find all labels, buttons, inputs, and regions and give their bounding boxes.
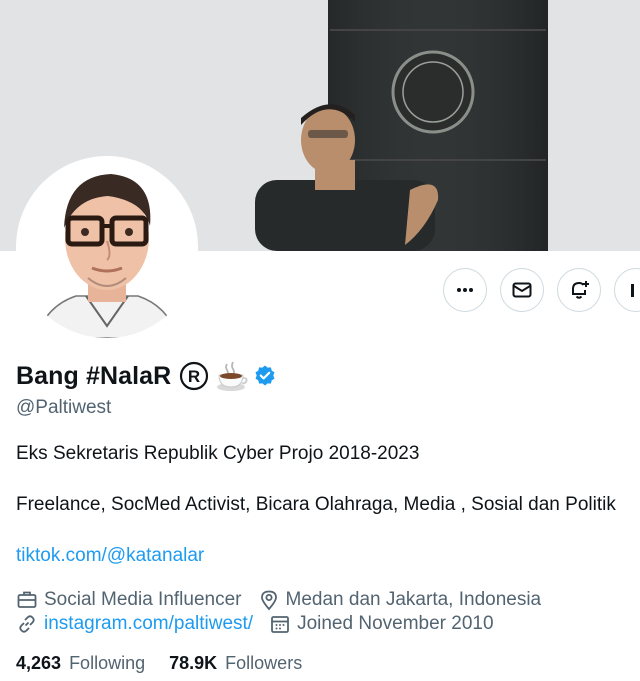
notify-button[interactable] xyxy=(557,268,601,312)
calendar-icon xyxy=(271,616,289,633)
following-count: 4,263 xyxy=(16,653,62,673)
profile-location: Medan dan Jakarta, Indonesia xyxy=(258,589,542,611)
svg-text:R: R xyxy=(188,367,200,386)
name-badges: R xyxy=(179,360,277,392)
follow-stats: 4,263 Following 78.9K Followers xyxy=(16,653,326,674)
display-name-row: Bang #NalaR R xyxy=(16,358,277,394)
message-button[interactable] xyxy=(500,268,544,312)
location-label: Medan dan Jakarta, Indonesia xyxy=(285,589,542,610)
display-name: Bang #NalaR xyxy=(16,361,172,390)
profile-avatar[interactable] xyxy=(16,156,198,338)
more-button[interactable] xyxy=(443,268,487,312)
bio-tiktok-link[interactable]: tiktok.com/@katanalar xyxy=(16,545,204,567)
user-handle: @Paltiwest xyxy=(16,397,112,418)
category-label: Social Media Influencer xyxy=(44,589,242,610)
registered-mark-icon: R xyxy=(180,361,209,391)
bio-line-2: Freelance, SocMed Activist, Bicara Olahr… xyxy=(16,494,616,515)
profile-joined: Joined November 2010 xyxy=(269,613,494,635)
follow-button[interactable] xyxy=(614,268,640,312)
envelope-icon xyxy=(512,282,532,298)
follow-partial-icon xyxy=(631,284,634,297)
profile-meta-row-1: Social Media Influencer Medan dan Jakart… xyxy=(16,588,557,612)
bio-line-1: Eks Sekretaris Republik Cyber Projo 2018… xyxy=(16,443,420,464)
bell-plus-icon xyxy=(572,281,589,299)
avatar-illustration xyxy=(16,156,198,338)
verified-badge-icon[interactable] xyxy=(253,364,277,388)
profile-category: Social Media Influencer xyxy=(16,589,242,611)
profile-meta-row-2: instagram.com/paltiwest/ Joined November… xyxy=(16,612,510,636)
coffee-cup-icon xyxy=(217,361,248,391)
followers-count: 78.9K xyxy=(169,653,218,673)
joined-label: Joined November 2010 xyxy=(297,613,494,634)
profile-actions xyxy=(443,268,640,314)
link-icon xyxy=(19,615,35,633)
following-label: Following xyxy=(69,653,146,673)
website-link[interactable]: instagram.com/paltiwest/ xyxy=(44,613,253,635)
more-horizontal-icon xyxy=(457,288,473,292)
briefcase-icon xyxy=(17,591,37,608)
following-stat[interactable]: 4,263 Following xyxy=(16,653,145,674)
followers-label: Followers xyxy=(225,653,303,673)
profile-website[interactable]: instagram.com/paltiwest/ xyxy=(16,613,253,635)
followers-stat[interactable]: 78.9K Followers xyxy=(169,653,302,674)
location-pin-icon xyxy=(260,590,277,611)
